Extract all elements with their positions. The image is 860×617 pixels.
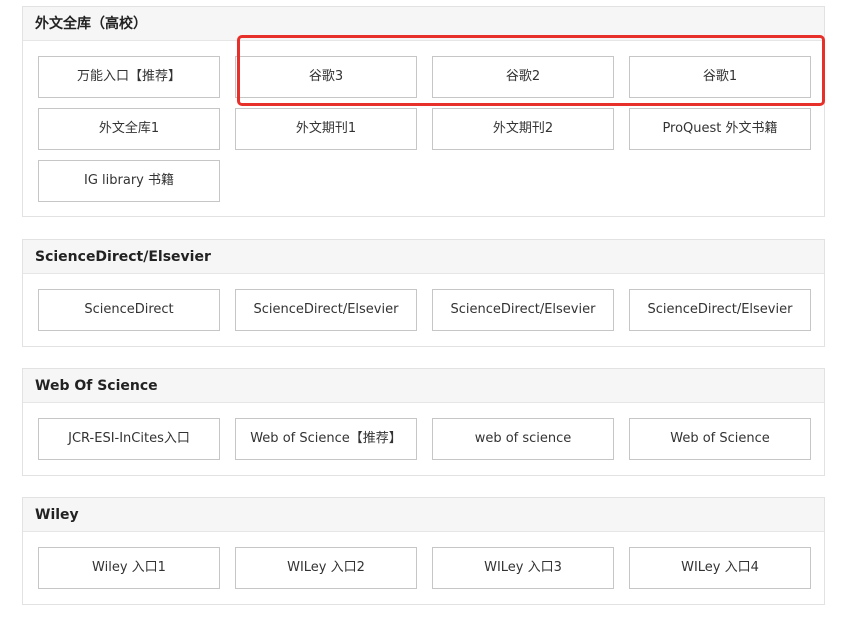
link-button-wos-lower[interactable]: web of science	[432, 418, 614, 460]
link-button-journal1[interactable]: 外文期刊1	[235, 108, 417, 150]
section-foreign-all: 外文全库（高校） 万能入口【推荐】 谷歌3 谷歌2 谷歌1 外文全库1 外文期刊…	[22, 6, 825, 217]
link-button-sd-elsevier-2[interactable]: ScienceDirect/Elsevier	[432, 289, 614, 331]
link-button-google3[interactable]: 谷歌3	[235, 56, 417, 98]
section-web-of-science: Web Of Science JCR-ESI-InCites入口 Web of …	[22, 368, 825, 476]
section-wiley: Wiley Wiley 入口1 WILey 入口2 WILey 入口3 WILe…	[22, 497, 825, 605]
section-sciencedirect: ScienceDirect/Elsevier ScienceDirect Sci…	[22, 239, 825, 347]
link-button-wiley4[interactable]: WILey 入口4	[629, 547, 811, 589]
link-button-journal2[interactable]: 外文期刊2	[432, 108, 614, 150]
link-button-wiley2[interactable]: WILey 入口2	[235, 547, 417, 589]
link-button-sd-elsevier-1[interactable]: ScienceDirect/Elsevier	[235, 289, 417, 331]
link-button-google1[interactable]: 谷歌1	[629, 56, 811, 98]
link-button-sd-elsevier-3[interactable]: ScienceDirect/Elsevier	[629, 289, 811, 331]
link-button-proquest-books[interactable]: ProQuest 外文书籍	[629, 108, 811, 150]
link-button-foreign-all1[interactable]: 外文全库1	[38, 108, 220, 150]
section-title: 外文全库（高校）	[23, 7, 824, 41]
link-button-wos-recommended[interactable]: Web of Science【推荐】	[235, 418, 417, 460]
section-title: ScienceDirect/Elsevier	[23, 240, 824, 274]
link-button-wos[interactable]: Web of Science	[629, 418, 811, 460]
section-title: Web Of Science	[23, 369, 824, 403]
section-title: Wiley	[23, 498, 824, 532]
link-button-jcr-esi-incites[interactable]: JCR-ESI-InCites入口	[38, 418, 220, 460]
link-button-wiley1[interactable]: Wiley 入口1	[38, 547, 220, 589]
link-button-google2[interactable]: 谷歌2	[432, 56, 614, 98]
link-button-universal[interactable]: 万能入口【推荐】	[38, 56, 220, 98]
link-button-sciencedirect[interactable]: ScienceDirect	[38, 289, 220, 331]
link-button-wiley3[interactable]: WILey 入口3	[432, 547, 614, 589]
link-button-ig-library[interactable]: IG library 书籍	[38, 160, 220, 202]
